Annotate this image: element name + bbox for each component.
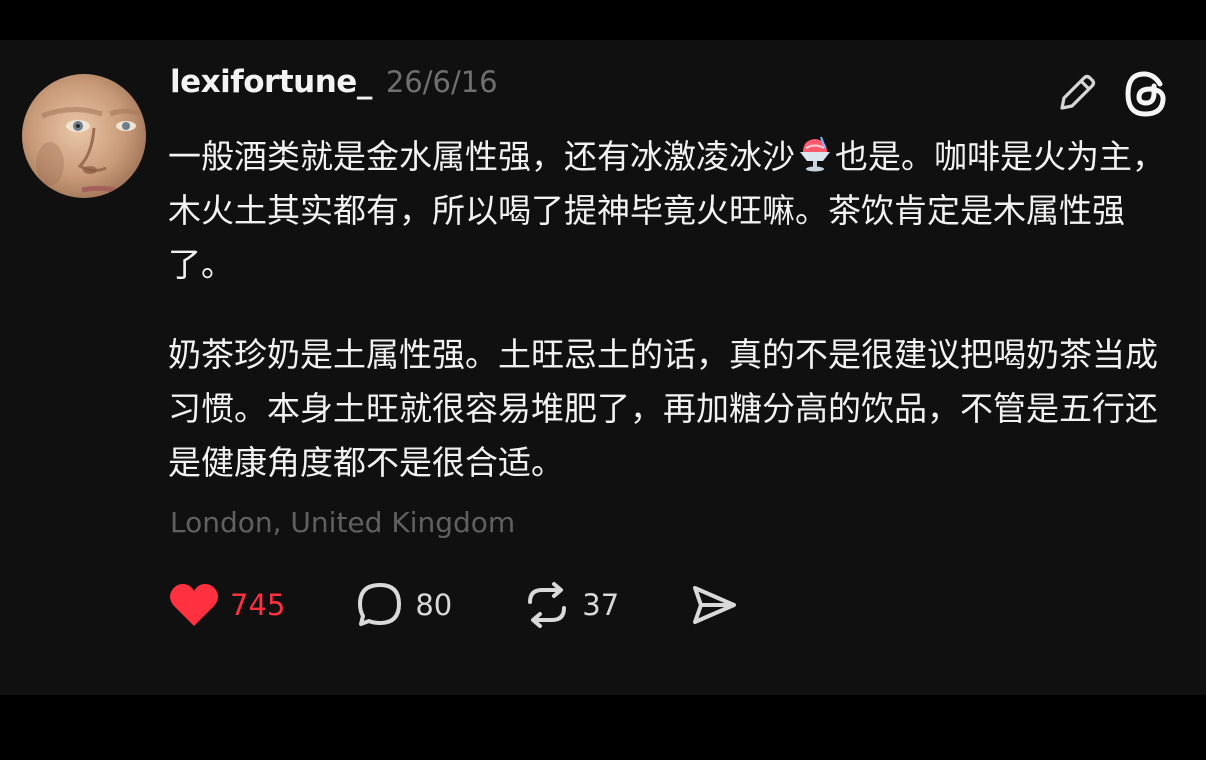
send-icon [693, 586, 737, 624]
post-location[interactable]: London, United Kingdom [170, 506, 515, 539]
pencil-icon[interactable] [1054, 70, 1100, 116]
username-link[interactable]: lexifortune_ [170, 64, 372, 100]
repost-button[interactable]: 37 [522, 580, 619, 630]
like-count: 745 [230, 588, 286, 622]
post-timestamp: 26/6/16 [385, 65, 498, 99]
share-button[interactable] [689, 580, 739, 630]
post-text-paragraph-2: 奶茶珍奶是土属性强。土旺忌土的话，真的不是很建议把喝奶茶当成习惯。本身土旺就很容… [168, 335, 1158, 482]
comment-bubble-icon [358, 583, 402, 626]
repost-count: 37 [582, 588, 620, 622]
like-button[interactable]: 745 [168, 582, 285, 628]
repost-icon [528, 582, 567, 628]
bottom-letterbox [0, 695, 1206, 760]
comment-count: 80 [415, 588, 453, 622]
shaved-ice-emoji-icon [795, 134, 835, 174]
comment-button[interactable]: 80 [355, 580, 452, 630]
threads-logo-icon[interactable] [1120, 68, 1172, 120]
avatar[interactable] [22, 74, 146, 198]
post-text-paragraph-1: 一般酒类就是金水属性强，还有冰激凌冰沙 也是。咖啡是火为主，木火土其实都有，所以… [168, 130, 1178, 292]
heart-icon [170, 584, 218, 626]
post-text-part-1: 一般酒类就是金水属性强，还有冰激凌冰沙 [168, 137, 795, 176]
action-bar: 745 80 37 [168, 572, 739, 638]
top-letterbox [0, 0, 1206, 40]
post-header: lexifortune_ 26/6/16 [170, 64, 498, 112]
